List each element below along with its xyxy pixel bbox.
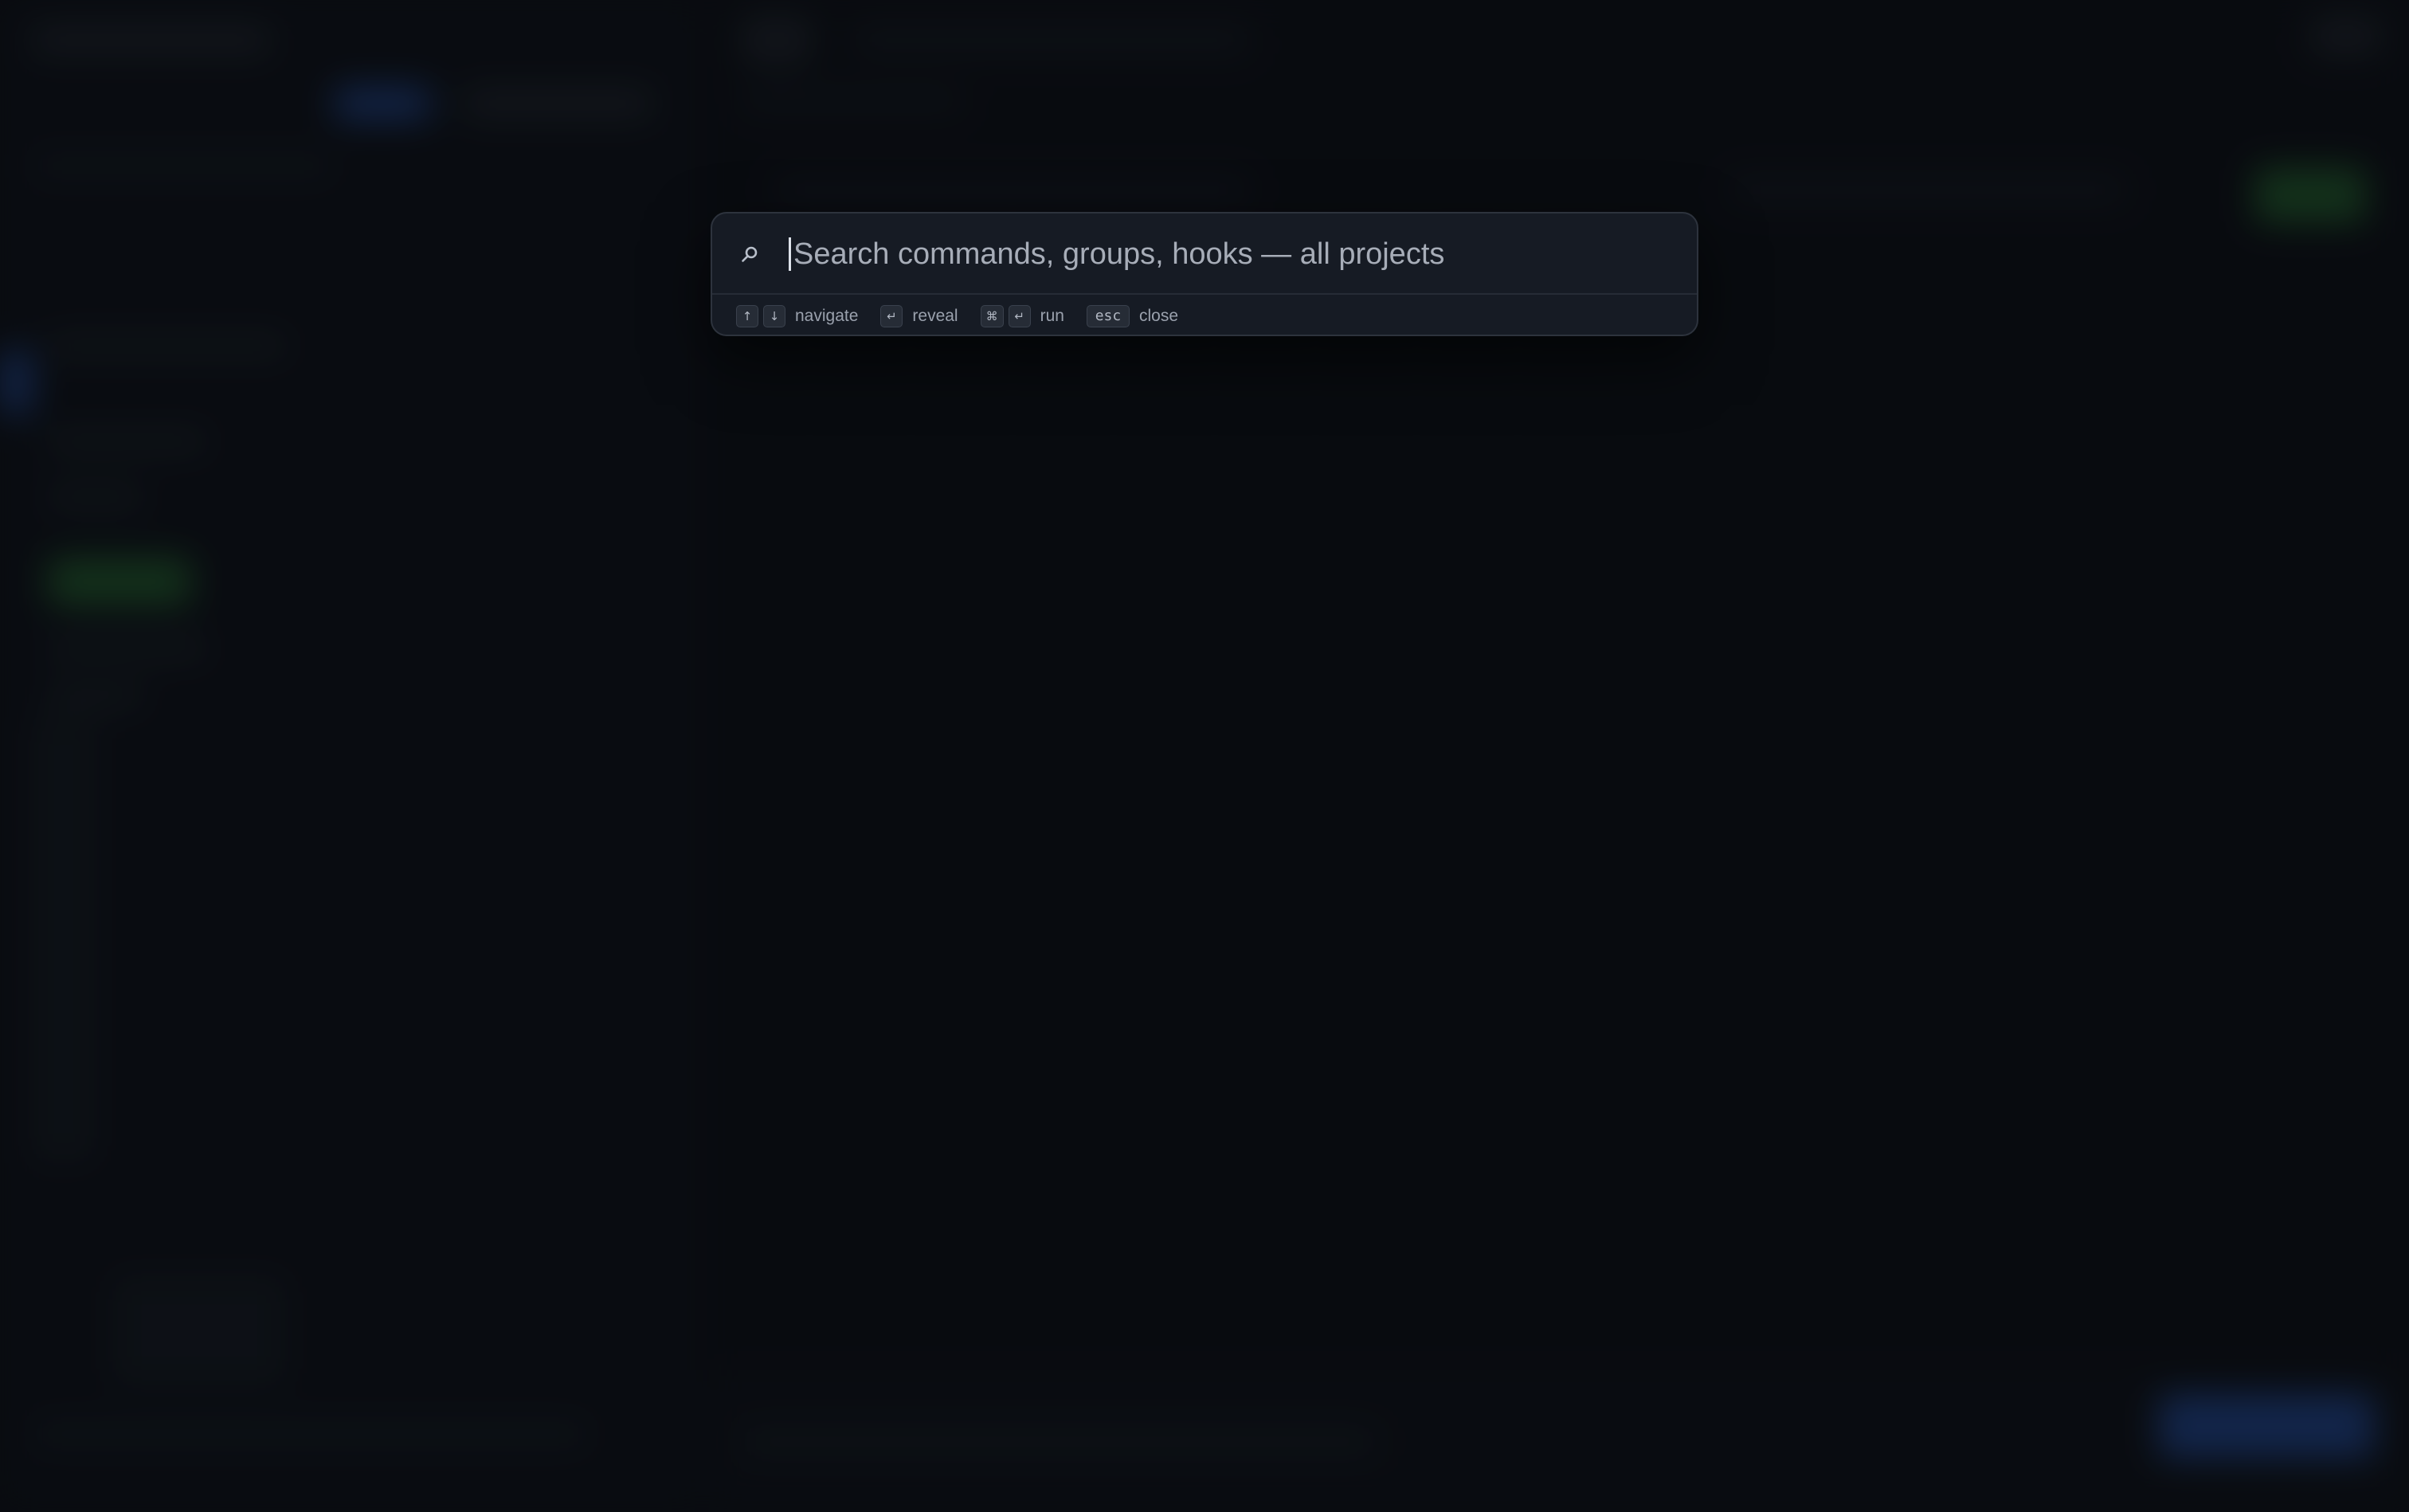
key-down-arrow: ↓ xyxy=(763,305,785,327)
key-return: ↵ xyxy=(880,305,903,327)
keyboard-hints: ↑ ↓ navigate ↵ reveal ⌘ ↵ run esc close xyxy=(736,303,1201,330)
command-palette: ↑ ↓ navigate ↵ reveal ⌘ ↵ run esc close xyxy=(711,212,1698,336)
hint-run: ⌘ ↵ run xyxy=(980,305,1064,327)
hint-reveal: ↵ reveal xyxy=(880,305,958,327)
hint-label-run: run xyxy=(1040,307,1064,325)
hint-close: esc close xyxy=(1086,305,1178,327)
key-command: ⌘ xyxy=(980,305,1004,327)
search-input[interactable] xyxy=(789,229,1678,279)
hint-navigate: ↑ ↓ navigate xyxy=(736,305,858,327)
key-return: ↵ xyxy=(1008,305,1031,327)
hint-label-navigate: navigate xyxy=(795,307,859,325)
key-up-arrow: ↑ xyxy=(736,305,758,327)
text-caret xyxy=(789,237,791,271)
search-icon-svg xyxy=(742,246,758,262)
hint-label-close: close xyxy=(1138,307,1178,325)
key-escape: esc xyxy=(1086,305,1130,327)
palette-search-bar xyxy=(712,213,1697,295)
search-icon xyxy=(736,241,763,268)
hint-label-reveal: reveal xyxy=(912,307,958,325)
